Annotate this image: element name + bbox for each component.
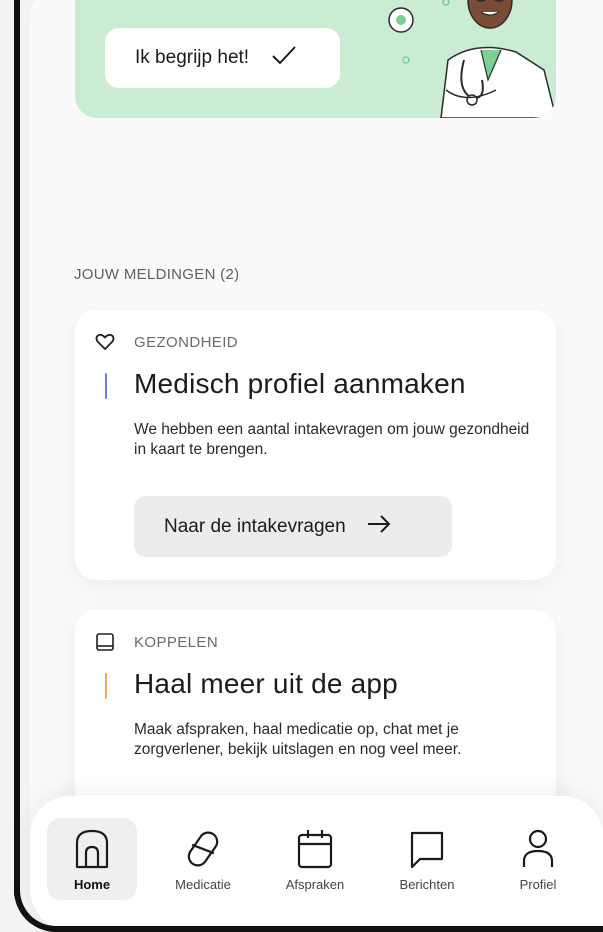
- card-category: GEZONDHEID: [134, 334, 239, 351]
- device-frame-left: [14, 0, 20, 900]
- device-frame-bottom: [14, 890, 603, 932]
- card-category: KOPPELEN: [134, 634, 219, 651]
- intake-questions-button-label: Naar de intakevragen: [164, 515, 346, 537]
- home-icon: [75, 829, 109, 869]
- calendar-icon: [297, 830, 333, 869]
- card-title: Medisch profiel aanmaken: [134, 368, 466, 399]
- card-description: We hebben een aantal intakevragen om jou…: [134, 421, 530, 458]
- check-icon: [271, 44, 297, 73]
- user-icon: [522, 829, 554, 867]
- notification-card-health: GEZONDHEID Medisch profiel aanmaken We h…: [75, 310, 556, 580]
- nav-item-medication[interactable]: Medicatie: [158, 818, 248, 900]
- pill-icon: [187, 831, 219, 867]
- card-title: Haal meer uit de app: [134, 668, 398, 699]
- nav-item-home[interactable]: Home: [47, 818, 137, 900]
- heart-icon: [95, 333, 115, 350]
- nav-item-messages[interactable]: Berichten: [382, 818, 472, 900]
- doctor-illustration-icon: [388, 0, 556, 118]
- notifications-section-title: JOUW MELDINGEN (2): [74, 266, 240, 283]
- card-description: Maak afspraken, haal medicatie op, chat …: [134, 721, 462, 758]
- understood-button-label: Ik begrijp het!: [135, 47, 250, 68]
- card-accent-bar: [105, 673, 107, 699]
- nav-item-profile[interactable]: Profiel: [493, 818, 583, 900]
- intake-questions-button[interactable]: Naar de intakevragen: [134, 496, 452, 557]
- info-banner: Ik begrijp het!: [75, 0, 556, 118]
- nav-item-appointments[interactable]: Afspraken: [270, 818, 360, 900]
- card-accent-bar: [105, 373, 107, 399]
- arrow-right-icon: [366, 513, 392, 541]
- understood-button[interactable]: Ik begrijp het!: [105, 28, 340, 88]
- book-icon: [96, 633, 114, 651]
- message-icon: [410, 831, 444, 869]
